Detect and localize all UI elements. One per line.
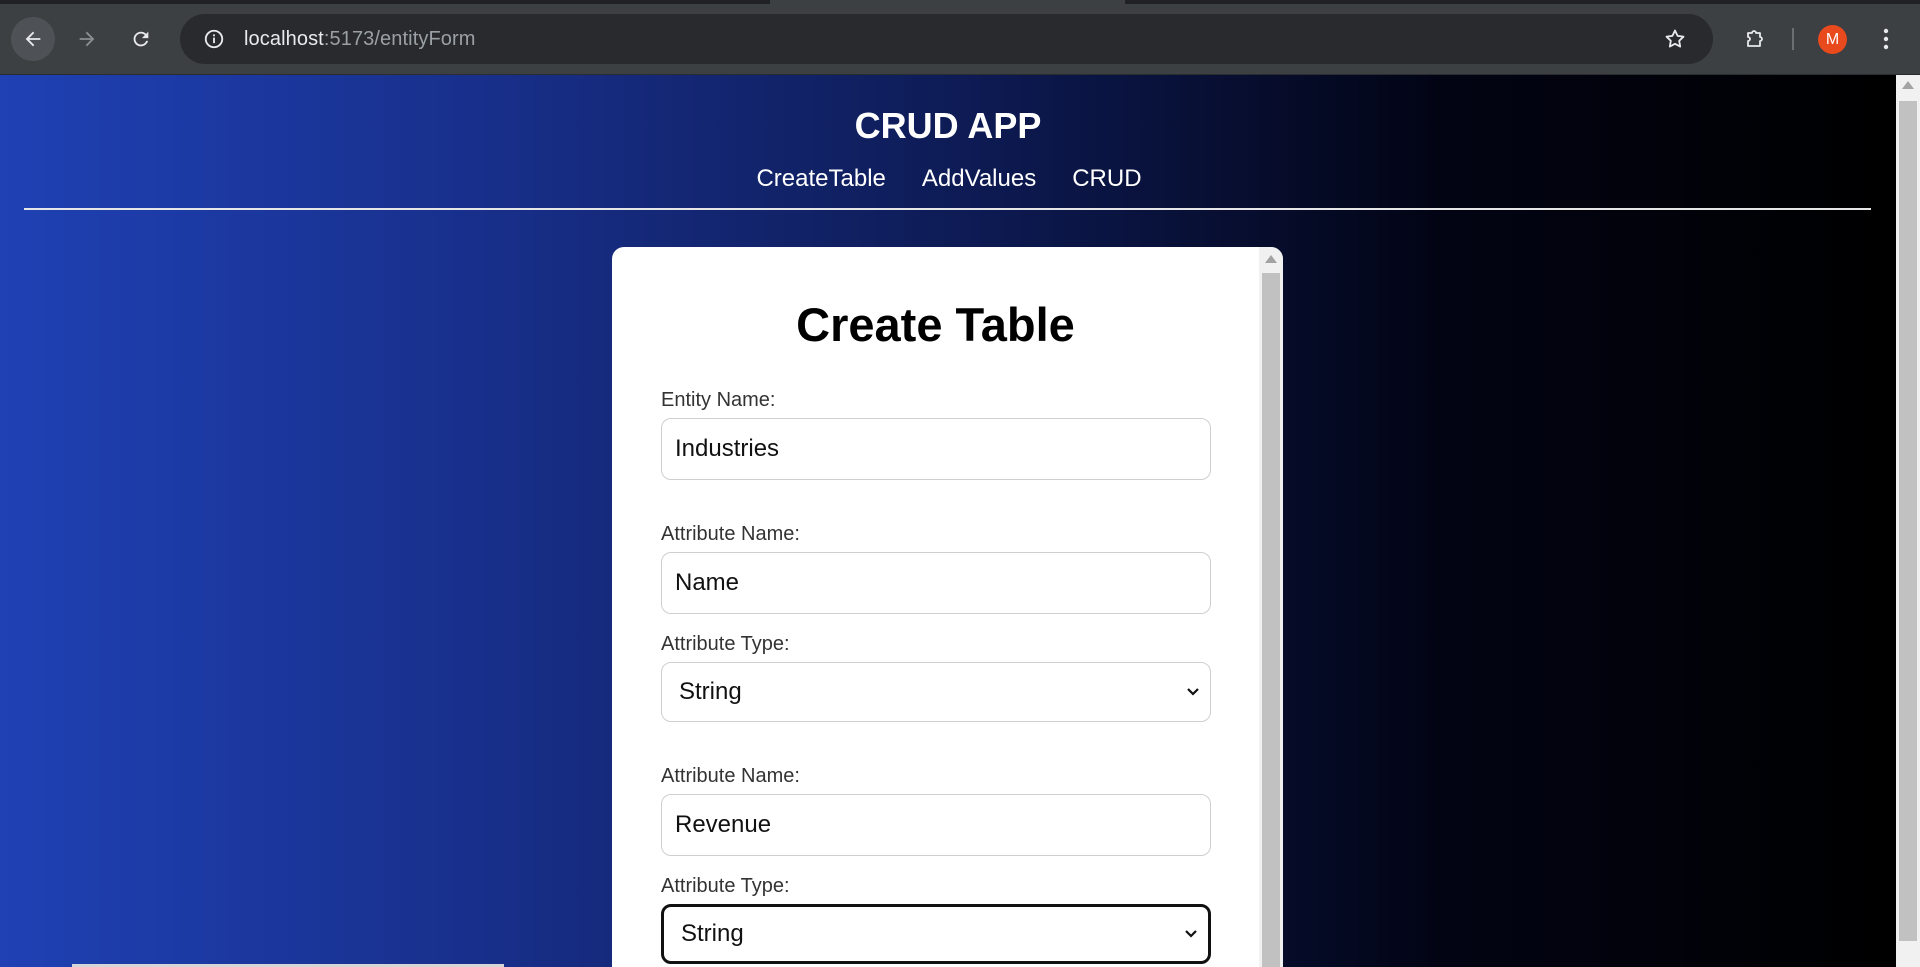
attribute-type-value: String bbox=[679, 678, 742, 705]
attribute-name-label: Attribute Name: bbox=[661, 523, 800, 545]
back-button[interactable] bbox=[11, 17, 55, 61]
entity-name-label: Entity Name: bbox=[661, 389, 776, 411]
nav-link-addvalues[interactable]: AddValues bbox=[922, 165, 1036, 193]
page-viewport: CRUD APP CreateTable AddValues CRUD Crea… bbox=[0, 75, 1896, 967]
profile-avatar[interactable]: M bbox=[1818, 25, 1847, 54]
entity-name-input[interactable]: Industries bbox=[661, 418, 1211, 480]
attribute-type-select[interactable]: String bbox=[661, 904, 1211, 964]
puzzle-icon bbox=[1747, 30, 1763, 47]
address-bar[interactable]: localhost:5173/entityForm bbox=[180, 14, 1713, 64]
attribute-type-select[interactable]: String bbox=[661, 662, 1211, 722]
attribute-name-input[interactable]: Revenue bbox=[661, 794, 1211, 856]
scrollbar-thumb[interactable] bbox=[1899, 101, 1917, 941]
toolbar-divider bbox=[1792, 28, 1794, 50]
app-title: CRUD APP bbox=[854, 105, 1042, 146]
chevron-down-icon bbox=[1184, 929, 1198, 939]
chevron-down-icon bbox=[1186, 687, 1200, 697]
scrollbar-thumb[interactable] bbox=[1262, 273, 1280, 967]
forward-button[interactable] bbox=[65, 17, 109, 61]
browser-toolbar: localhost:5173/entityForm M bbox=[0, 0, 1920, 75]
url-path: :5173/entityForm bbox=[323, 27, 476, 50]
url-host: localhost bbox=[244, 27, 324, 50]
scroll-up-arrow-icon[interactable] bbox=[1265, 255, 1277, 263]
attribute-type-label: Attribute Type: bbox=[661, 633, 790, 655]
attribute-type-label: Attribute Type: bbox=[661, 875, 790, 897]
nav-link-createtable[interactable]: CreateTable bbox=[756, 165, 885, 193]
create-table-card: Create Table Entity Name: Industries Att… bbox=[612, 247, 1283, 967]
scroll-up-arrow-icon[interactable] bbox=[1902, 81, 1914, 89]
reload-icon bbox=[133, 31, 149, 47]
attribute-type-value: String bbox=[681, 920, 744, 947]
arrow-right-icon bbox=[79, 31, 95, 47]
info-icon[interactable] bbox=[194, 19, 234, 59]
reload-button[interactable] bbox=[119, 17, 163, 61]
nav-link-crud[interactable]: CRUD bbox=[1072, 165, 1141, 193]
form-title: Create Table bbox=[796, 298, 1075, 351]
app-nav: CreateTable AddValues CRUD bbox=[0, 165, 1896, 193]
arrow-left-icon bbox=[25, 31, 41, 47]
url-text: localhost:5173/entityForm bbox=[244, 28, 476, 51]
extensions-button[interactable] bbox=[1733, 17, 1777, 61]
kebab-menu-icon[interactable] bbox=[1866, 17, 1906, 61]
attribute-name-input[interactable]: Name bbox=[661, 552, 1211, 614]
tab-strip-edge bbox=[0, 0, 770, 4]
attribute-name-label: Attribute Name: bbox=[661, 765, 800, 787]
page-scrollbar[interactable] bbox=[1896, 75, 1920, 967]
star-icon[interactable] bbox=[1655, 19, 1695, 59]
card-scrollbar[interactable] bbox=[1259, 247, 1283, 967]
tab-strip-edge bbox=[1125, 0, 1920, 4]
header-divider bbox=[24, 208, 1871, 210]
